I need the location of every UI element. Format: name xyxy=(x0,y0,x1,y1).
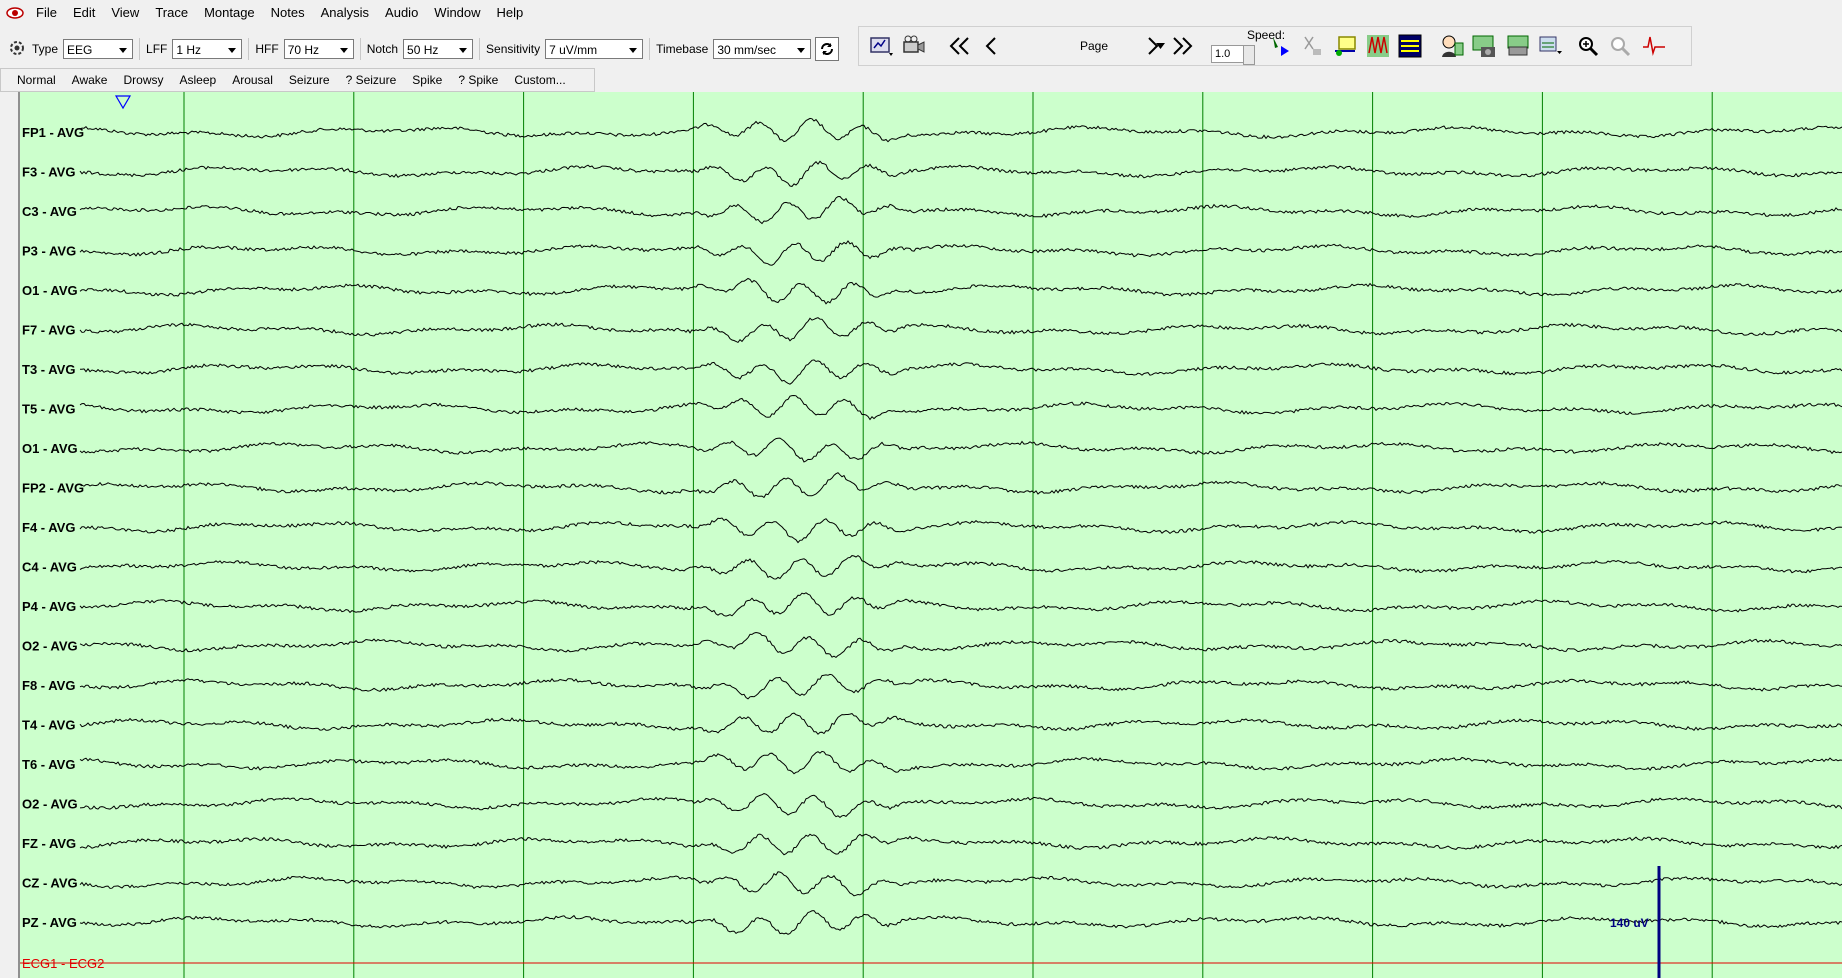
speed-input[interactable]: 1.0 xyxy=(1211,45,1244,63)
menu-window[interactable]: Window xyxy=(426,0,488,26)
type-label: Type xyxy=(32,42,59,56)
menu-montage[interactable]: Montage xyxy=(196,0,263,26)
hff-label: HFF xyxy=(255,42,279,56)
notch-label: Notch xyxy=(366,42,399,56)
menu-trace[interactable]: Trace xyxy=(147,0,196,26)
lff-label: LFF xyxy=(146,42,168,56)
channel-label[interactable]: P4 - AVG xyxy=(22,599,76,614)
timebase-label: Timebase xyxy=(656,42,709,56)
type-select[interactable]: EEG xyxy=(63,39,134,59)
menu-help[interactable]: Help xyxy=(489,0,532,26)
annotation-toolbar: Normal Awake Drowsy Asleep Arousal Seizu… xyxy=(0,68,595,92)
eeg-scroll-margin xyxy=(0,92,20,978)
channel-label[interactable]: C4 - AVG xyxy=(22,560,77,575)
channel-label[interactable]: O2 - AVG xyxy=(22,639,78,654)
zoom-in-icon[interactable] xyxy=(1575,33,1601,59)
annot-possible-spike-button[interactable]: ? Spike xyxy=(450,69,506,91)
lff-select[interactable]: 1 Hz xyxy=(172,39,243,59)
channel-label[interactable]: O1 - AVG xyxy=(22,283,78,298)
step-forward-button[interactable] xyxy=(1139,33,1165,59)
print-options-icon[interactable] xyxy=(1537,33,1563,59)
channel-label[interactable]: T5 - AVG xyxy=(22,402,75,417)
hff-select[interactable]: 70 Hz xyxy=(283,39,354,59)
review-icon[interactable] xyxy=(869,33,895,59)
refresh-button[interactable] xyxy=(815,37,840,61)
annot-arousal-button[interactable]: Arousal xyxy=(224,69,281,91)
trend-chart-icon[interactable] xyxy=(1397,33,1423,59)
screenshot-camera-icon[interactable] xyxy=(1471,33,1497,59)
video-camera-icon[interactable] xyxy=(901,33,927,59)
spike-detection-icon[interactable] xyxy=(1365,33,1391,59)
channel-label[interactable]: T6 - AVG xyxy=(22,757,75,772)
channel-label[interactable]: T3 - AVG xyxy=(22,362,75,377)
channel-label[interactable]: T4 - AVG xyxy=(22,718,75,733)
menu-audio[interactable]: Audio xyxy=(377,0,426,26)
menu-file[interactable]: File xyxy=(28,0,65,26)
menu-notes[interactable]: Notes xyxy=(263,0,313,26)
playback-toolbar: Page Speed: 1.0 xyxy=(858,26,1692,66)
annot-seizure-button[interactable]: Seizure xyxy=(281,69,338,91)
cut-icon[interactable] xyxy=(1299,33,1325,59)
speed-spinner[interactable] xyxy=(1243,45,1255,65)
montage-edit-icon[interactable] xyxy=(1333,33,1359,59)
channel-label[interactable]: F3 - AVG xyxy=(22,165,75,180)
channel-labels: FP1 - AVG F3 - AVG C3 - AVG P3 - AVG O1 - AV… xyxy=(22,125,84,930)
menu-bar: File Edit View Trace Montage Notes Analy… xyxy=(0,0,1842,26)
channel-label[interactable]: F7 - AVG xyxy=(22,323,75,338)
channel-label[interactable]: CZ - AVG xyxy=(22,876,78,891)
patient-info-icon[interactable] xyxy=(1439,33,1465,59)
menu-view[interactable]: View xyxy=(103,0,147,26)
print-icon[interactable] xyxy=(1505,33,1531,59)
channel-label[interactable]: O1 - AVG xyxy=(22,441,78,456)
annot-drowsy-button[interactable]: Drowsy xyxy=(115,69,171,91)
settings-gear-icon[interactable] xyxy=(8,39,26,60)
menu-edit[interactable]: Edit xyxy=(65,0,103,26)
channel-label[interactable]: F8 - AVG xyxy=(22,678,75,693)
channel-label[interactable]: F4 - AVG xyxy=(22,520,75,535)
timebase-select[interactable]: 30 mm/sec xyxy=(713,39,812,59)
menu-analysis[interactable]: Analysis xyxy=(313,0,377,26)
annot-normal-button[interactable]: Normal xyxy=(1,69,64,91)
channel-label[interactable]: FZ - AVG xyxy=(22,836,76,851)
channel-label[interactable]: O2 - AVG xyxy=(22,797,78,812)
calibration-label: 140 uV xyxy=(1610,916,1649,930)
sensitivity-select[interactable]: 7 uV/mm xyxy=(545,39,644,59)
channel-label[interactable]: FP1 - AVG xyxy=(22,125,84,140)
step-back-button[interactable] xyxy=(979,33,1005,59)
channel-label[interactable]: P3 - AVG xyxy=(22,244,76,259)
annot-asleep-button[interactable]: Asleep xyxy=(172,69,225,91)
filter-toolbar: Type EEG LFF 1 Hz HFF 70 Hz Notch 50 Hz … xyxy=(0,26,860,72)
refresh-icon xyxy=(821,43,834,55)
sensitivity-label: Sensitivity xyxy=(486,42,541,56)
channel-label[interactable]: PZ - AVG xyxy=(22,915,77,930)
ecg-channel-label: ECG1 - ECG2 xyxy=(22,956,104,971)
cursor-play-icon[interactable] xyxy=(1267,33,1293,59)
waveform-icon[interactable] xyxy=(1641,33,1667,59)
annot-possible-seizure-button[interactable]: ? Seizure xyxy=(338,69,405,91)
rewind-fast-button[interactable] xyxy=(947,33,973,59)
annot-spike-button[interactable]: Spike xyxy=(404,69,450,91)
notch-select[interactable]: 50 Hz xyxy=(403,39,474,59)
channel-label[interactable]: C3 - AVG xyxy=(22,204,77,219)
page-select-label: Page xyxy=(1079,39,1109,53)
annot-custom-button[interactable]: Custom... xyxy=(506,69,573,91)
zoom-out-icon[interactable] xyxy=(1607,33,1633,59)
annot-awake-button[interactable]: Awake xyxy=(64,69,116,91)
channel-label[interactable]: FP2 - AVG xyxy=(22,481,84,496)
eeg-display[interactable]: FP1 - AVG F3 - AVG C3 - AVG P3 - AVG O1 - AV… xyxy=(0,92,1842,978)
eeg-trace-canvas[interactable]: FP1 - AVG F3 - AVG C3 - AVG P3 - AVG O1 - AV… xyxy=(20,92,1842,978)
forward-fast-button[interactable] xyxy=(1169,33,1195,59)
app-eye-icon[interactable] xyxy=(6,4,24,22)
eeg-background xyxy=(20,92,1842,978)
